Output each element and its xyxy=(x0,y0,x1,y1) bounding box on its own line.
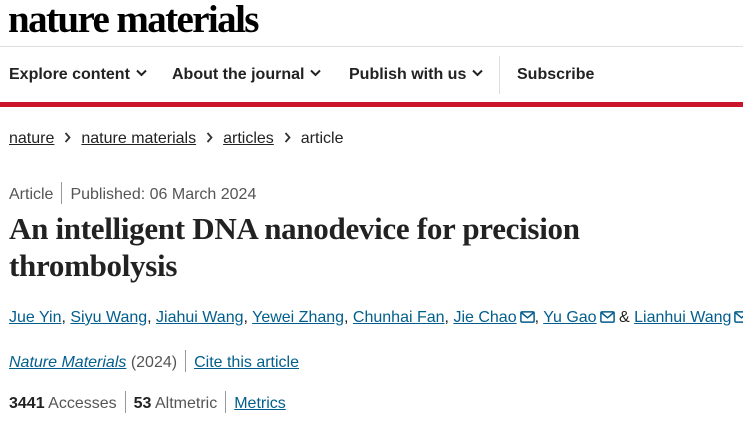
accesses-label: Accesses xyxy=(48,395,117,412)
accesses-count: 3441 xyxy=(9,395,45,412)
author-separator: , xyxy=(243,309,253,326)
author-link[interactable]: Jue Yin xyxy=(9,309,61,326)
author-link[interactable]: Siyu Wang xyxy=(70,309,147,326)
nav-publish-with-us-label: Publish with us xyxy=(349,66,467,83)
author-separator: & xyxy=(614,309,635,326)
mail-icon[interactable] xyxy=(599,307,615,331)
journal-name-link[interactable]: Nature Materials xyxy=(9,354,126,371)
nav-explore-content-label: Explore content xyxy=(9,66,130,83)
altmetric-label: Altmetric xyxy=(154,395,218,412)
citation-line: Nature Materials (2024) Cite this article xyxy=(9,350,299,375)
chevron-down-icon xyxy=(136,70,147,77)
author-link[interactable]: Yu Gao xyxy=(543,309,596,326)
meta-divider xyxy=(61,182,63,205)
breadcrumb-current: article xyxy=(300,130,344,147)
chevron-down-icon xyxy=(310,70,322,77)
author-link[interactable]: Jiahui Wang xyxy=(156,309,243,326)
metrics-divider xyxy=(225,391,227,414)
author-separator: , xyxy=(344,309,353,326)
author-separator: , xyxy=(147,309,157,326)
author-link[interactable]: Yewei Zhang xyxy=(252,309,344,326)
article-metrics: 3441 Accesses 53 Altmetric Metrics xyxy=(9,391,286,416)
publication-year: (2024) xyxy=(130,354,178,371)
nav-about-journal[interactable]: About the journal xyxy=(172,54,322,96)
published-date: Published: 06 March 2024 xyxy=(70,186,257,203)
chevron-right-icon xyxy=(206,132,213,143)
breadcrumb-nature[interactable]: nature xyxy=(9,130,54,147)
journal-logo[interactable]: nature materials xyxy=(8,0,259,40)
citation-divider xyxy=(185,350,187,373)
author-list: Jue Yin, Siyu Wang, Jiahui Wang, Yewei Z… xyxy=(9,306,743,330)
metrics-divider xyxy=(124,391,126,414)
author-separator: , xyxy=(534,309,544,326)
article-type: Article xyxy=(9,186,54,203)
author-link[interactable]: Lianhui Wang xyxy=(634,309,731,326)
subscribe-link[interactable]: Subscribe xyxy=(517,54,594,96)
metrics-link[interactable]: Metrics xyxy=(234,395,286,412)
mail-icon[interactable] xyxy=(734,307,743,331)
article-meta: Article Published: 06 March 2024 xyxy=(9,182,257,206)
breadcrumb-articles[interactable]: articles xyxy=(223,130,274,147)
article-title: An intelligent DNA nanodevice for precis… xyxy=(9,211,580,283)
cite-this-article-link[interactable]: Cite this article xyxy=(194,354,299,371)
nav-divider xyxy=(499,56,500,94)
breadcrumb: nature nature materials articles article xyxy=(9,128,343,150)
main-nav: Explore content About the journal Publis… xyxy=(0,54,743,96)
author-link[interactable]: Jie Chao xyxy=(453,309,516,326)
nav-explore-content[interactable]: Explore content xyxy=(9,54,147,96)
chevron-right-icon xyxy=(65,132,72,143)
header-divider xyxy=(0,46,743,47)
chevron-down-icon xyxy=(472,70,484,77)
altmetric-count: 53 xyxy=(133,395,152,412)
header-accent-bar xyxy=(0,102,743,107)
breadcrumb-nature-materials[interactable]: nature materials xyxy=(81,130,196,147)
nav-publish-with-us[interactable]: Publish with us xyxy=(349,54,484,96)
mail-icon[interactable] xyxy=(519,307,535,331)
chevron-right-icon xyxy=(284,132,291,143)
nav-about-journal-label: About the journal xyxy=(172,66,305,83)
author-link[interactable]: Chunhai Fan xyxy=(353,309,445,326)
